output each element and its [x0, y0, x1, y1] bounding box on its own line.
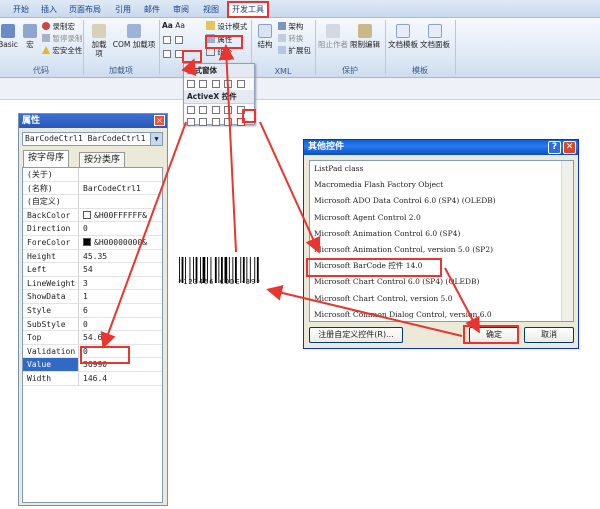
arrow-to-properties [218, 44, 237, 253]
arrow-to-barcode [266, 285, 463, 337]
arrow-to-controls [181, 58, 197, 77]
arrow-to-barcode-item [259, 121, 321, 254]
arrow-to-value [100, 121, 187, 349]
arrow-to-ok [444, 267, 480, 334]
annotation-arrows [100, 44, 480, 349]
